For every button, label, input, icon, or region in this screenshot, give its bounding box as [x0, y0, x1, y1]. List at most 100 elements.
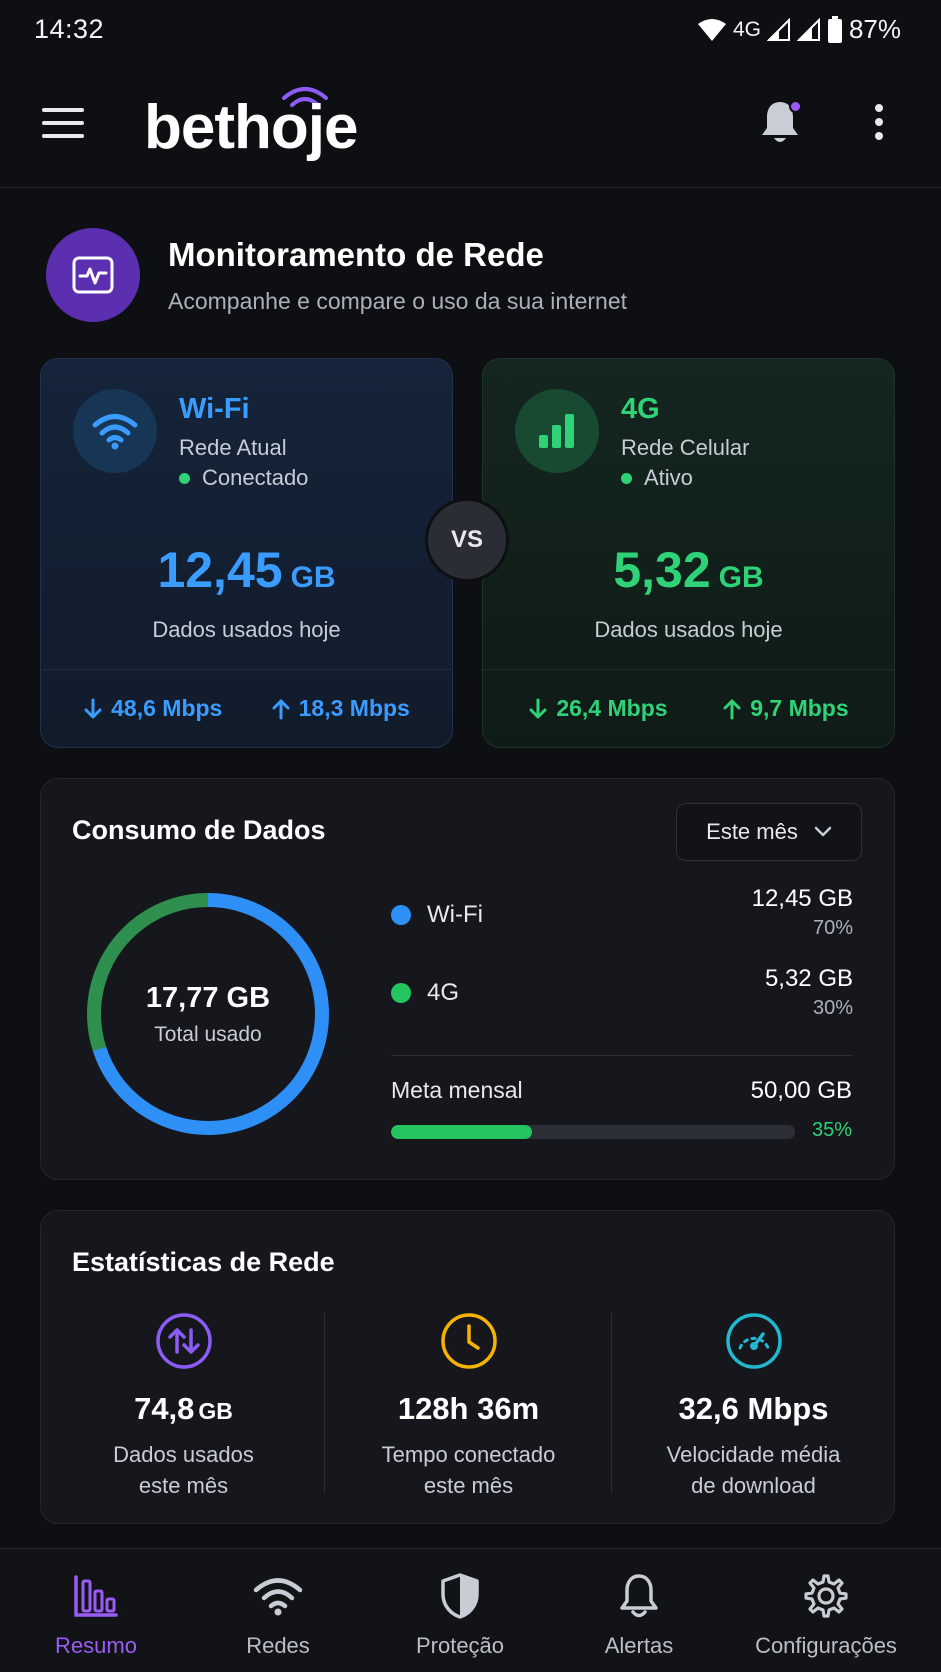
wifi-icon	[184, 1571, 372, 1621]
data-consumption-card: Consumo de Dados Este mês 17,77 GB Total…	[40, 778, 895, 1180]
nav-item-configuracoes[interactable]: Configurações	[732, 1571, 920, 1659]
nav-label: Redes	[246, 1633, 310, 1658]
wifi-type: Rede Atual	[179, 435, 287, 460]
donut-center: 17,77 GB Total usado	[85, 891, 331, 1137]
arrow-up-icon	[272, 699, 290, 719]
notification-dot	[789, 100, 802, 113]
cell-status-label: Ativo	[644, 465, 693, 490]
cell-usage-value: 5,32	[613, 542, 711, 598]
nav-label: Alertas	[604, 1633, 674, 1658]
legend-wifi-pct: 70%	[812, 917, 853, 939]
stat-data-used-value: 74,8 GB	[41, 1391, 326, 1427]
stat-avg-speed: 32,6 Mbps Velocidade média de download	[611, 1311, 896, 1511]
monitor-icon	[46, 228, 140, 322]
wifi-usage: 12,45 GB	[41, 541, 452, 599]
stat-label-line: este mês	[138, 1473, 229, 1498]
wifi-icon	[73, 389, 157, 473]
legend-4g-value: 5,32 GB	[764, 965, 853, 992]
monthly-goal-progress	[391, 1125, 795, 1139]
cell-upload: 9,7 Mbps	[722, 695, 849, 722]
notifications-button[interactable]	[760, 100, 802, 151]
wifi-usage-value: 12,45	[157, 542, 283, 598]
stat-data-used-unit: GB	[198, 1398, 233, 1424]
stat-data-used-label: Dados usados este mês	[41, 1439, 326, 1501]
wifi-speeds: 48,6 Mbps 18,3 Mbps	[41, 669, 452, 747]
status-network: 4G	[732, 17, 761, 41]
chevron-down-icon	[814, 826, 832, 837]
battery-icon	[827, 15, 842, 43]
period-value: Este mês	[706, 819, 798, 844]
gear-icon	[732, 1571, 920, 1621]
cell-name: 4G	[621, 393, 660, 425]
nav-label: Configurações	[755, 1633, 897, 1658]
legend-wifi-name: Wi-Fi	[391, 901, 483, 929]
wifi-upload-value: 18,3 Mbps	[298, 695, 410, 721]
cell-usage-unit: GB	[718, 561, 764, 594]
legend-dot-wifi	[391, 905, 411, 925]
menu-icon[interactable]	[42, 108, 84, 143]
wifi-upload: 18,3 Mbps	[271, 695, 410, 722]
cell-usage-label: Dados usados hoje	[594, 617, 783, 642]
consumption-title: Consumo de Dados	[72, 815, 326, 845]
bar-chart-icon	[2, 1571, 190, 1621]
arrow-down-icon	[84, 698, 102, 718]
page-subtitle: Acompanhe e compare o uso da sua interne…	[168, 288, 628, 314]
status-time: 14:32	[34, 14, 105, 44]
bell-icon	[545, 1571, 733, 1621]
stat-label-line: Tempo conectado	[381, 1442, 556, 1467]
stat-data-used-number: 74,8	[134, 1391, 195, 1426]
wifi-status-label: Conectado	[202, 465, 309, 490]
arrow-up-icon	[723, 699, 741, 719]
cell-usage: 5,32 GB	[483, 541, 894, 599]
monthly-goal-label: Meta mensal	[391, 1077, 523, 1103]
legend-wifi-value: 12,45 GB	[751, 885, 853, 912]
monthly-goal-value: 50,00 GB	[750, 1077, 852, 1104]
wifi-usage-label: Dados usados hoje	[152, 617, 341, 642]
cell-network-card[interactable]: 4G Rede Celular Ativo 5,32 GB Dados usado…	[482, 358, 895, 748]
legend-dot-4g	[391, 983, 411, 1003]
battery-level: 87%	[848, 14, 901, 44]
nav-item-protecao[interactable]: Proteção	[366, 1571, 554, 1659]
total-usage-label: Total usado	[154, 1022, 262, 1046]
cell-signal-icon-2	[796, 17, 820, 41]
monthly-goal-pct: 35%	[811, 1119, 852, 1141]
stat-avg-speed-value: 32,6 Mbps	[678, 1391, 829, 1426]
bottom-navigation: Resumo Redes Proteção Alertas Configuraç…	[0, 1548, 941, 1672]
stat-time-connected: 128h 36m Tempo conectado este mês	[326, 1311, 611, 1511]
stat-label-line: de download	[691, 1473, 816, 1498]
network-stats-card: Estatísticas de Rede 74,8 GB Dados usados…	[40, 1210, 895, 1524]
cell-download-value: 26,4 Mbps	[556, 695, 668, 721]
legend-4g-name: 4G	[391, 979, 459, 1007]
arrow-down-icon	[529, 698, 547, 718]
more-options-icon[interactable]	[874, 104, 884, 145]
wifi-name: Wi-Fi	[179, 393, 250, 425]
stat-time-connected-label: Tempo conectado este mês	[326, 1439, 611, 1501]
period-select[interactable]: Este mês	[676, 803, 862, 861]
stats-title: Estatísticas de Rede	[72, 1247, 335, 1277]
stat-label-line: Dados usados	[113, 1442, 254, 1467]
wifi-download: 48,6 Mbps	[83, 695, 222, 722]
cell-signal-icon	[766, 17, 790, 41]
nav-item-resumo[interactable]: Resumo	[2, 1571, 190, 1659]
wifi-download-value: 48,6 Mbps	[111, 695, 223, 721]
stat-label-line: este mês	[423, 1473, 514, 1498]
divider	[391, 1055, 853, 1056]
cell-status: Ativo	[621, 465, 693, 491]
shield-icon	[366, 1571, 554, 1621]
legend-wifi-label: Wi-Fi	[427, 901, 483, 928]
divider	[324, 1313, 325, 1493]
status-icons: 4G 87%	[697, 14, 901, 45]
wifi-usage-unit: GB	[290, 561, 336, 594]
vs-badge: VS	[425, 498, 509, 582]
app-logo[interactable]: bethoje	[144, 92, 358, 163]
wifi-network-card[interactable]: Wi-Fi Rede Atual Conectado 12,45 GB Dados…	[40, 358, 453, 748]
page-title: Monitoramento de Rede	[168, 236, 544, 273]
total-usage-value: 17,77 GB	[145, 981, 271, 1014]
nav-item-redes[interactable]: Redes	[184, 1571, 372, 1659]
swap-vertical-icon	[154, 1311, 214, 1371]
app-bar: bethoje	[0, 70, 941, 188]
cell-type: Rede Celular	[621, 435, 750, 460]
status-dot	[179, 472, 190, 484]
nav-item-alertas[interactable]: Alertas	[545, 1571, 733, 1659]
wifi-signal-icon	[697, 18, 726, 41]
